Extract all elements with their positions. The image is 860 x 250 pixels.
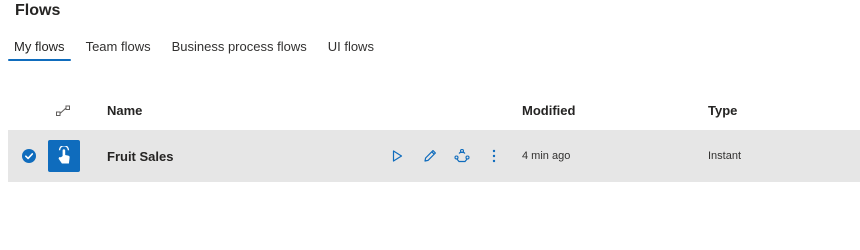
selected-check-icon[interactable] — [22, 149, 36, 163]
share-icon[interactable] — [453, 147, 471, 165]
touch-hand-glyph — [58, 146, 70, 164]
column-header-type[interactable]: Type — [708, 103, 737, 118]
column-header-modified[interactable]: Modified — [522, 103, 575, 118]
connector-icon — [56, 105, 70, 116]
flow-name[interactable]: Fruit Sales — [107, 149, 173, 164]
column-header-name[interactable]: Name — [107, 103, 142, 118]
tab-team-flows[interactable]: Team flows — [80, 38, 157, 62]
table-row[interactable]: Fruit Sales 4 min ago Instant — [8, 130, 860, 182]
tab-ui-flows[interactable]: UI flows — [322, 38, 380, 62]
table-header: Name Modified Type — [8, 99, 860, 123]
touch-hand-icon — [48, 140, 80, 172]
edit-icon[interactable] — [421, 147, 439, 165]
tab-my-flows[interactable]: My flows — [8, 38, 71, 62]
run-icon[interactable] — [388, 147, 406, 165]
flow-type: Instant — [708, 150, 742, 162]
more-icon[interactable] — [485, 147, 503, 165]
flow-tabs: My flows Team flows Business process flo… — [8, 38, 389, 62]
tab-business-process-flows[interactable]: Business process flows — [166, 38, 313, 62]
modified-time: 4 min ago — [522, 150, 571, 162]
page-title: Flows — [15, 2, 61, 19]
